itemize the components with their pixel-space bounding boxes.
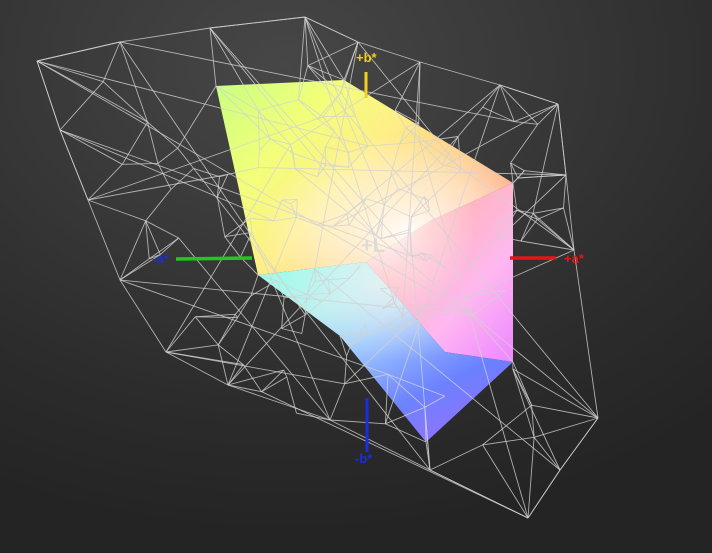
- mesh-edge: [145, 220, 150, 259]
- mesh-edge: [224, 236, 241, 258]
- mesh-edge: [527, 469, 561, 519]
- mesh-edge: [512, 368, 561, 471]
- mesh-edge: [532, 207, 564, 214]
- mesh-edge: [227, 384, 331, 421]
- mesh-edge: [281, 328, 302, 334]
- mesh-edge: [234, 295, 252, 315]
- mesh-edge: [527, 437, 535, 519]
- mesh-edge: [514, 121, 538, 125]
- mesh-edge: [224, 217, 251, 238]
- mesh-edge: [537, 103, 559, 125]
- mesh-edge: [36, 60, 104, 83]
- mesh-edge: [344, 355, 348, 384]
- mesh-edge: [87, 199, 121, 281]
- mesh-edge: [119, 27, 211, 43]
- mesh-edge: [482, 84, 501, 108]
- mesh-edge: [145, 189, 172, 222]
- mesh-edge: [209, 16, 306, 29]
- gamut-scene: +b* -b* +a* -a* +L: [36, 16, 599, 519]
- mesh-edge: [314, 268, 316, 282]
- mesh-edge: [329, 383, 346, 421]
- mesh-edge: [59, 81, 104, 131]
- mesh-edge: [157, 147, 178, 164]
- mesh-edge: [165, 344, 219, 353]
- mesh-edge: [281, 297, 285, 329]
- mesh-edge: [87, 199, 146, 222]
- mesh-edge: [36, 41, 121, 62]
- minus-b-axis-label: -b*: [355, 451, 373, 466]
- mesh-edge: [537, 207, 564, 220]
- mesh-edge: [563, 174, 567, 209]
- mesh-edge: [145, 220, 179, 239]
- mesh-edge: [194, 316, 219, 346]
- mesh-edge: [323, 115, 356, 118]
- mesh-edge: [195, 313, 236, 318]
- mesh-edge: [217, 314, 236, 346]
- mesh-edge: [119, 279, 167, 353]
- mesh-edge: [217, 317, 239, 346]
- mesh-edge: [59, 129, 123, 165]
- mesh-edge: [532, 103, 559, 214]
- mesh-edge: [301, 314, 306, 334]
- mesh-edge: [559, 417, 599, 471]
- mesh-edge: [165, 351, 345, 385]
- mesh-edge: [195, 316, 238, 318]
- mesh-edge: [237, 295, 252, 318]
- mesh-edge: [329, 419, 386, 425]
- mesh-edge: [224, 231, 252, 238]
- lightness-axis-label: +L: [361, 235, 385, 257]
- mesh-edge: [429, 444, 483, 471]
- mesh-edge: [281, 314, 306, 329]
- mesh-edge: [510, 124, 539, 164]
- plus-b-axis-label: +b*: [356, 50, 378, 65]
- mesh-edge: [419, 61, 501, 86]
- mesh-edge: [177, 85, 217, 149]
- mesh-edge: [145, 220, 161, 255]
- minus-a-axis-line: [175, 256, 253, 261]
- mesh-edge: [102, 41, 121, 82]
- mesh-edge: [557, 103, 567, 176]
- mesh-edge: [565, 174, 575, 251]
- mesh-edge: [457, 106, 483, 137]
- mesh-edge: [165, 316, 196, 353]
- mesh-edge: [36, 60, 148, 123]
- mesh-edge: [147, 121, 178, 149]
- mesh-edge: [531, 404, 599, 419]
- plus-a-axis-label: +a*: [564, 251, 585, 266]
- minus-a-axis-label: -a*: [152, 251, 170, 266]
- gamut-3d-viewport[interactable]: +b* -b* +a* -a* +L: [0, 0, 712, 553]
